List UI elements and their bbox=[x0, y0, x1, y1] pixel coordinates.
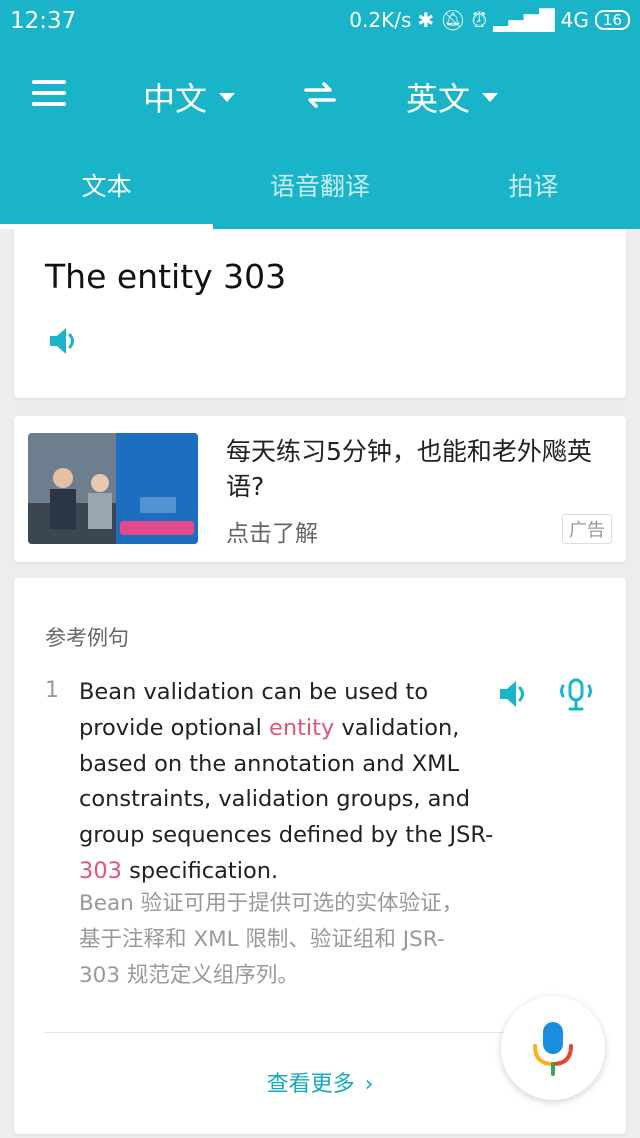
ad-badge: 广告 bbox=[562, 514, 612, 544]
swap-icon[interactable] bbox=[302, 80, 338, 110]
voice-input-button[interactable] bbox=[501, 996, 605, 1100]
mic-icon bbox=[533, 1022, 573, 1076]
alarm-icon: ⏰︎ bbox=[471, 8, 488, 32]
tab-text[interactable]: 文本 bbox=[0, 150, 214, 229]
signal-icon: ▂▄▆█ bbox=[493, 8, 555, 32]
app-header: 12:37 0.2K/s ✱ 🔕︎ ⏰︎ ▂▄▆█ 4G 16 中文 英文 文本… bbox=[0, 0, 640, 229]
mode-tabs: 文本 语音翻译 拍译 bbox=[0, 150, 640, 229]
voice-icon[interactable] bbox=[556, 678, 596, 712]
example-english-part: specification. bbox=[121, 857, 279, 884]
ad-link[interactable]: 点击了解 bbox=[226, 514, 318, 548]
ad-card[interactable]: 每天练习5分钟，也能和老外飚英语? 点击了解 广告 bbox=[14, 416, 626, 562]
status-bar: 12:37 0.2K/s ✱ 🔕︎ ⏰︎ ▂▄▆█ 4G 16 bbox=[0, 0, 640, 46]
status-time: 12:37 bbox=[10, 8, 77, 34]
example-chinese: Bean 验证可用于提供可选的实体验证，基于注释和 XML 限制、验证组和 JS… bbox=[79, 891, 464, 988]
speaker-icon[interactable] bbox=[48, 325, 82, 357]
tab-voice-translate[interactable]: 语音翻译 bbox=[213, 150, 426, 229]
net-speed: 0.2K/s bbox=[349, 8, 412, 32]
toolbar: 中文 英文 bbox=[0, 60, 640, 130]
example-highlight: entity bbox=[269, 714, 335, 741]
menu-icon[interactable] bbox=[32, 80, 68, 110]
translation-result-card: The entity 303 bbox=[14, 229, 626, 398]
example-index: 1 bbox=[45, 678, 59, 703]
source-language-label: 中文 bbox=[143, 80, 208, 118]
source-language-selector[interactable]: 中文 bbox=[143, 74, 236, 120]
target-language-selector[interactable]: 英文 bbox=[406, 74, 499, 120]
ad-image bbox=[28, 433, 198, 544]
speaker-icon[interactable] bbox=[498, 678, 532, 710]
translation-result-text: The entity 303 bbox=[45, 257, 287, 296]
battery-icon: 16 bbox=[594, 10, 630, 30]
example-highlight: 303 bbox=[79, 857, 122, 884]
examples-heading: 参考例句 bbox=[45, 626, 129, 650]
status-icons: 0.2K/s ✱ 🔕︎ ⏰︎ ▂▄▆█ 4G 16 bbox=[349, 8, 630, 32]
chevron-right-icon: › bbox=[364, 1072, 374, 1097]
chevron-down-icon bbox=[482, 92, 499, 102]
ad-title: 每天练习5分钟，也能和老外飚英语? bbox=[226, 437, 592, 501]
chevron-down-icon bbox=[219, 92, 236, 102]
tab-photo-translate[interactable]: 拍译 bbox=[427, 150, 640, 229]
bluetooth-icon: ✱ bbox=[417, 8, 435, 32]
target-language-label: 英文 bbox=[406, 80, 471, 118]
bell-mute-icon: 🔕︎ bbox=[440, 8, 466, 32]
see-more-label: 查看更多 bbox=[266, 1072, 355, 1097]
example-english: Bean validation can be used to provide o… bbox=[79, 675, 499, 890]
network-type: 4G bbox=[560, 8, 589, 32]
